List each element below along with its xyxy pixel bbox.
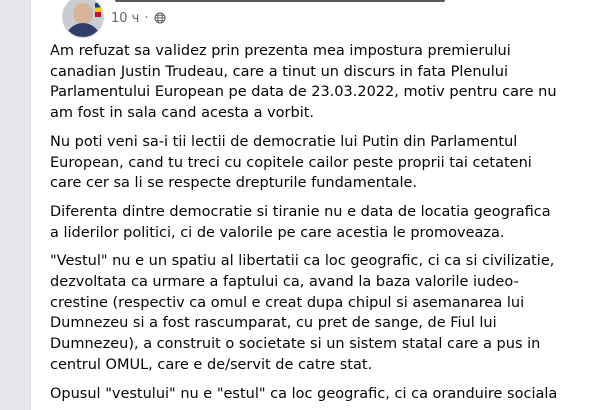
text-line: am fost in sala cand acesta a vorbit. — [50, 105, 315, 122]
text-line: European, cand tu treci cu copitele cail… — [50, 154, 532, 171]
text-line: Parlamentului European pe data de 23.03.… — [50, 84, 557, 101]
text-line: crestine (respectiv ca omul e creat dupa… — [50, 294, 525, 311]
text-line: Diferenta dintre democratie si tiranie n… — [50, 203, 551, 220]
post-timestamp[interactable]: 10 ч — [111, 11, 139, 26]
post-meta: 10 ч · — [111, 10, 166, 26]
text-line: Dumnezeu), a construit o societate si un… — [50, 336, 541, 353]
flag-icon — [95, 3, 101, 17]
author-avatar[interactable] — [62, 0, 104, 38]
text-line: Am refuzat sa validez prin prezenta mea … — [50, 43, 511, 59]
meta-separator: · — [144, 10, 149, 26]
post-header: 10 ч · — [31, 0, 590, 38]
post-paragraph: Nu poti veni sa-i tii lectii de democrat… — [50, 132, 590, 194]
avatar-suit — [65, 23, 101, 37]
text-line: "Vestul" nu e un spatiu al libertatii ca… — [50, 253, 555, 270]
text-line: Dumnezeu si a fost rascumparat, cu pret … — [50, 315, 497, 332]
post-paragraph: Am refuzat sa validez prin prezenta mea … — [50, 41, 590, 124]
post-paragraph: Opusul "vestului" nu e "estul" ca loc ge… — [50, 384, 590, 405]
text-line: Nu poti veni sa-i tii lectii de democrat… — [50, 133, 518, 150]
post-body: Am refuzat sa validez prin prezenta mea … — [50, 41, 590, 410]
globe-icon[interactable] — [153, 12, 166, 24]
facebook-post-card: 10 ч · Am refuzat sa validez prin prezen… — [30, 0, 590, 410]
post-paragraph: "Vestul" nu e un spatiu al libertatii ca… — [50, 251, 590, 375]
text-line: centrul OMUL, care e de/servit de catre … — [50, 356, 373, 373]
text-line: dezvoltata ca urmare a faptului ca, avan… — [50, 274, 519, 291]
post-paragraph: Diferenta dintre democratie si tiranie n… — [50, 202, 590, 243]
text-line: care cer sa li se respecte drepturile fu… — [50, 175, 418, 192]
avatar-face — [73, 3, 93, 25]
text-line: Opusul "vestului" nu e "estul" ca loc ge… — [50, 385, 558, 402]
text-line: canadian Justin Trudeau, care a tinut un… — [50, 63, 508, 80]
text-line: a liderilor politici, ci de valorile pe … — [50, 224, 505, 241]
author-name-cropped[interactable] — [115, 0, 445, 2]
